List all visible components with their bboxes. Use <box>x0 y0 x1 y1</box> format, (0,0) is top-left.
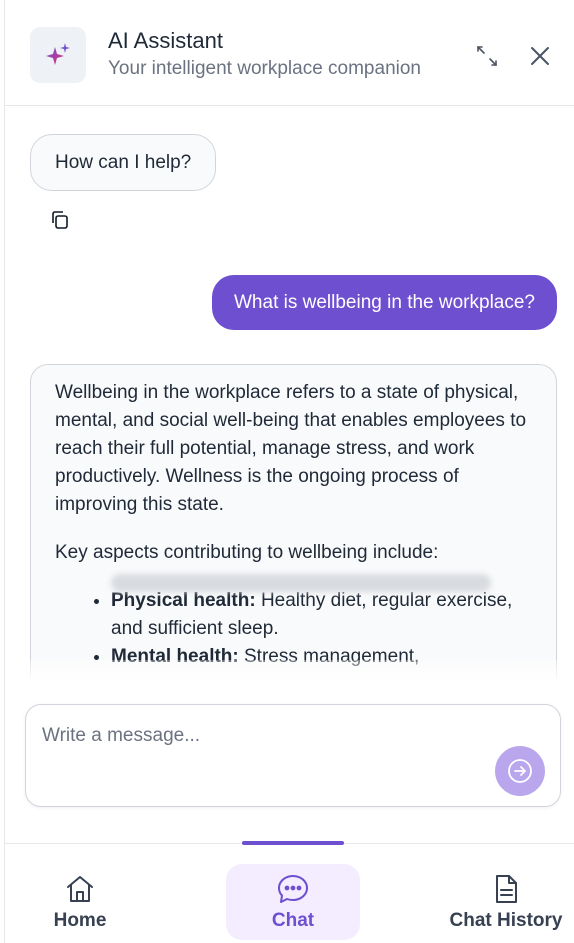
assistant-message: How can I help? <box>30 134 217 191</box>
message-input[interactable] <box>42 725 482 785</box>
page-title: AI Assistant <box>108 28 223 53</box>
list-item: Physical health: Healthy diet, regular e… <box>111 587 532 643</box>
message-paragraph: Wellbeing in the workplace refers to a s… <box>55 382 527 515</box>
blurred-text <box>111 574 491 592</box>
nav-item-label: Chat <box>271 910 315 931</box>
active-tab-indicator <box>242 841 344 845</box>
copy-button[interactable] <box>49 209 71 231</box>
message-composer <box>25 704 561 807</box>
home-icon <box>67 876 93 902</box>
nav-item-label: Chat History <box>449 910 563 931</box>
nav-item-chat-history[interactable]: Chat History <box>445 864 567 940</box>
bottom-nav: Home Chat Chat History <box>5 841 574 943</box>
document-icon <box>496 875 517 903</box>
send-arrow-icon <box>508 759 532 783</box>
scroll-fade <box>5 660 574 682</box>
close-icon <box>531 47 549 65</box>
assistant-panel: AI Assistant Your intelligent workplace … <box>4 0 574 943</box>
message-list: Physical health: Healthy diet, regular e… <box>55 587 532 671</box>
message-paragraph: Key aspects contributing to wellbeing in… <box>55 542 439 563</box>
page-subtitle: Your intelligent workplace companion <box>108 58 421 79</box>
close-button[interactable] <box>524 40 556 72</box>
nav-item-home[interactable]: Home <box>45 864 115 940</box>
nav-item-label: Home <box>53 910 107 931</box>
panel-header: AI Assistant Your intelligent workplace … <box>5 0 574 106</box>
expand-icon <box>477 46 497 66</box>
expand-button[interactable] <box>471 40 503 72</box>
user-message: What is wellbeing in the workplace? <box>212 275 557 330</box>
send-button[interactable] <box>495 746 545 796</box>
chat-bubble-icon <box>278 875 308 903</box>
copy-icon <box>52 211 68 229</box>
list-item-label: Physical health: <box>111 590 256 611</box>
chat-messages[interactable]: How can I help? What is wellbeing in the… <box>5 107 574 682</box>
nav-item-chat[interactable]: Chat <box>226 864 360 940</box>
sparkles-icon <box>30 27 86 83</box>
assistant-message: Wellbeing in the workplace refers to a s… <box>30 364 557 682</box>
